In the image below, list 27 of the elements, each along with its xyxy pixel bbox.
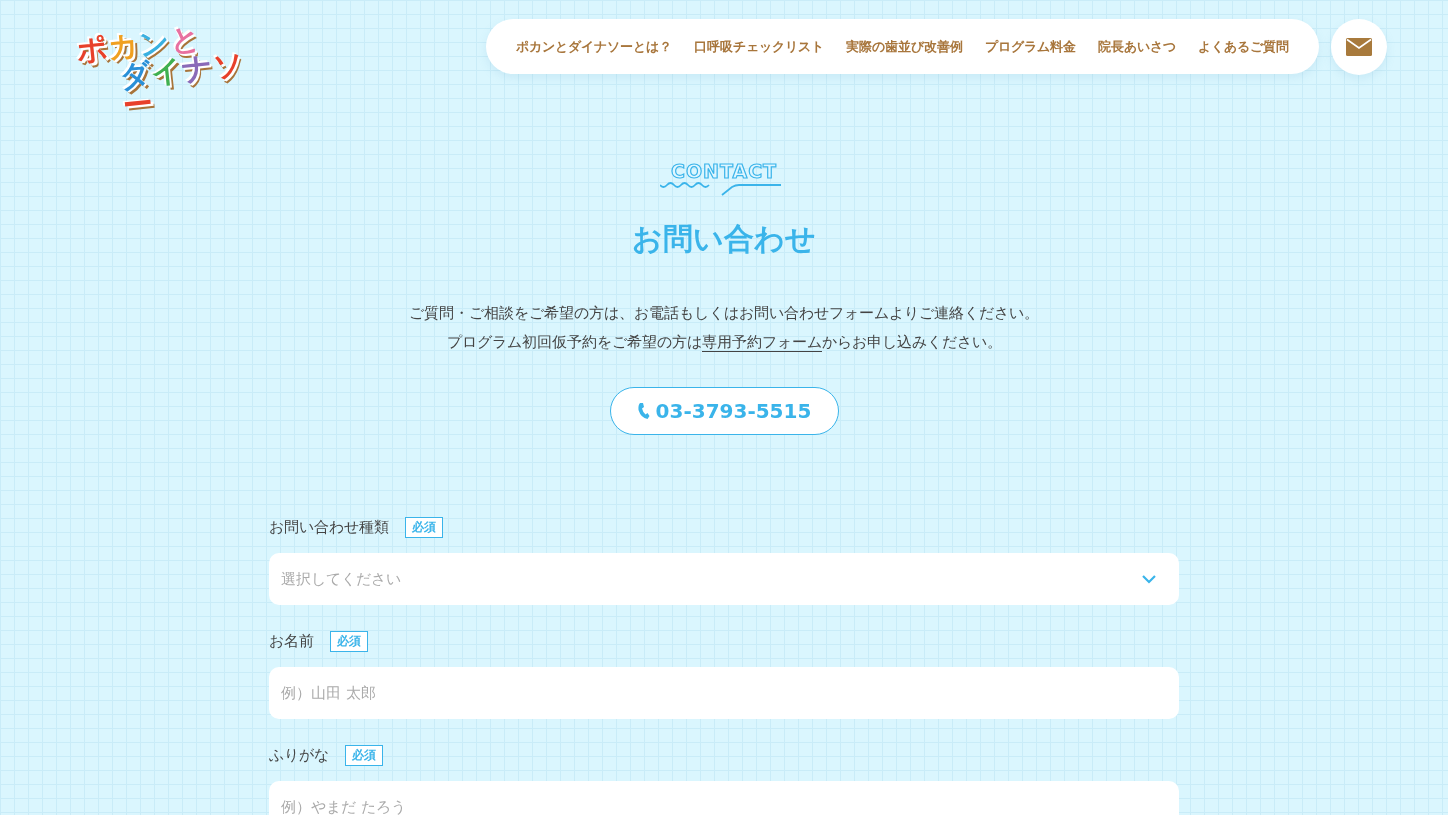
section-label: CONTACT	[670, 161, 778, 181]
reservation-form-link[interactable]: 専用予約フォーム	[701, 333, 822, 352]
field-label: お名前	[269, 632, 314, 651]
chevron-down-icon	[1141, 574, 1157, 584]
phone-button[interactable]: 03-3793-5515	[609, 387, 839, 435]
intro-text: ご質問・ご相談をご希望の方は、お電話もしくはお問い合わせフォームよりご連絡ください。	[409, 303, 1039, 324]
required-badge: 必須	[405, 517, 443, 538]
envelope-icon	[1346, 38, 1372, 56]
field-label: ふりがな	[269, 746, 329, 765]
logo[interactable]: ポカンと ダイナソー	[75, 18, 255, 126]
input-field[interactable]: 例）山田 太郎	[269, 667, 1179, 719]
select-field[interactable]: 選択してください	[269, 553, 1179, 605]
nav-link[interactable]: 口呼吸チェックリスト	[694, 37, 824, 56]
phone-icon	[636, 402, 650, 420]
field-label: お問い合わせ種類	[269, 518, 389, 537]
nav-link[interactable]: 実際の歯並び改善例	[846, 37, 963, 56]
input-field[interactable]: 例）やまだ たろう	[269, 781, 1179, 815]
mail-button[interactable]	[1331, 19, 1387, 75]
required-badge: 必須	[330, 631, 368, 652]
nav-link[interactable]: よくあるご質問	[1198, 37, 1289, 56]
required-badge: 必須	[345, 745, 383, 766]
page-title: お問い合わせ	[632, 220, 816, 258]
intro-text: からお申し込みください。	[821, 333, 1002, 351]
nav-link[interactable]: ポカンとダイナソーとは？	[516, 37, 672, 56]
nav-link[interactable]: 院長あいさつ	[1098, 37, 1176, 56]
nav-link[interactable]: プログラム料金	[985, 37, 1076, 56]
intro-text: プログラム初回仮予約をご希望の方は	[446, 333, 702, 351]
